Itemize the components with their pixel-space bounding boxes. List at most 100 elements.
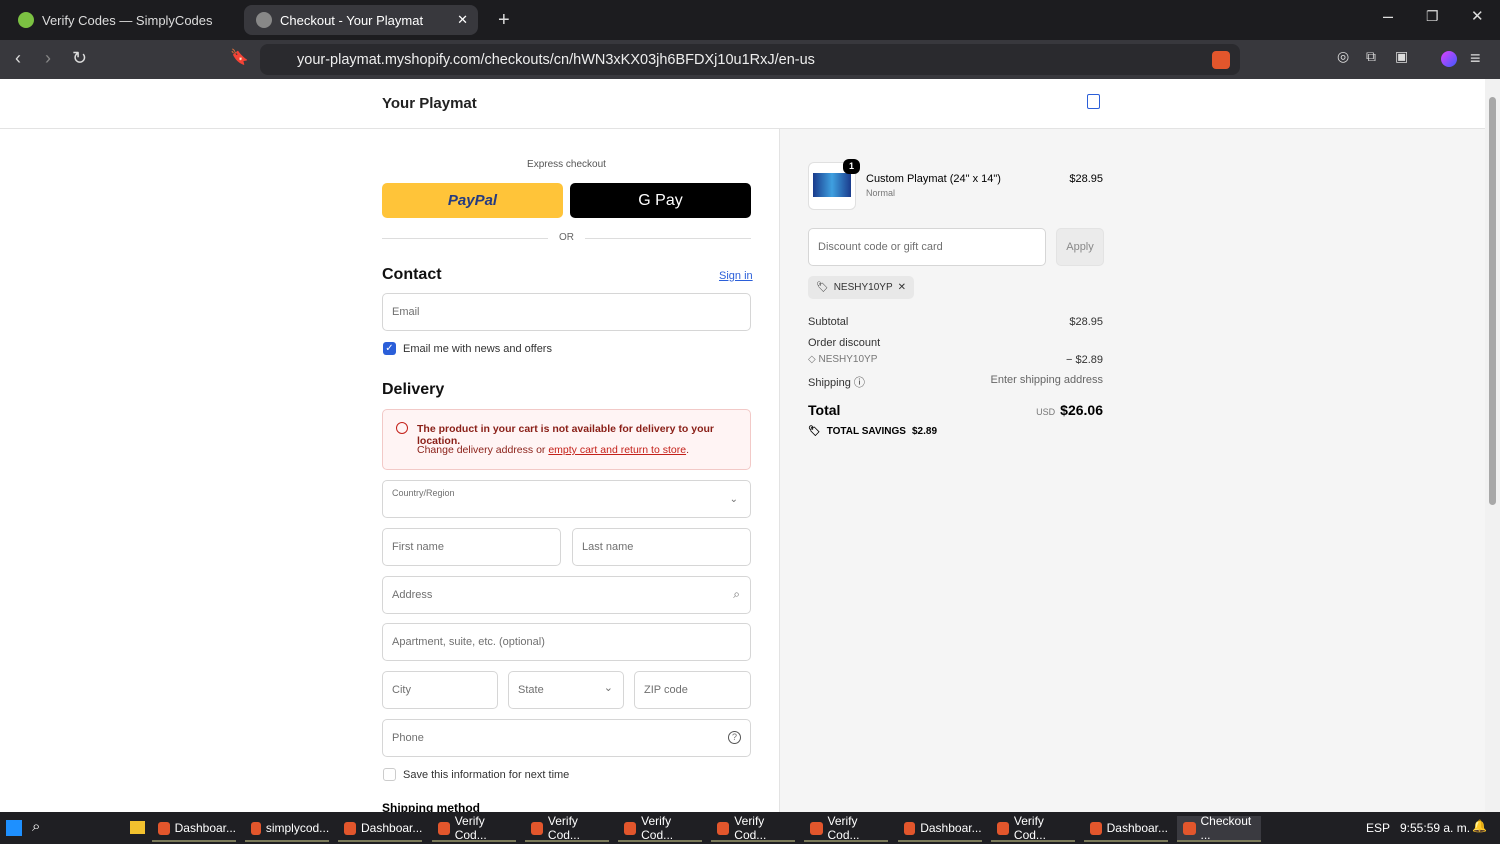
divider (382, 238, 548, 239)
clock[interactable]: 9:55:59 a. m. (1400, 821, 1470, 835)
save-info-label: Save this information for next time (403, 769, 570, 781)
notification-icon[interactable]: 🔔 (1472, 819, 1487, 833)
taskbar-app[interactable]: Dashboar... (152, 816, 236, 842)
phone-field[interactable]: Phone? (382, 719, 751, 757)
store-name[interactable]: Your Playmat (382, 95, 477, 112)
brave-icon (158, 821, 170, 835)
wallet-icon[interactable]: ◎ (1337, 48, 1349, 65)
discount-code-field[interactable]: Discount code or gift card (808, 228, 1046, 266)
tab-checkout[interactable]: Checkout - Your Playmat ✕ (244, 5, 478, 35)
search-icon[interactable]: ⌕ (32, 818, 40, 835)
remove-discount-icon[interactable]: ✕ (898, 282, 906, 293)
or-label: OR (559, 232, 574, 243)
delivery-error-banner: The product in your cart is not availabl… (382, 409, 751, 470)
empty-cart-link[interactable]: empty cart and return to store (548, 444, 686, 456)
product-variant: Normal (866, 188, 896, 198)
bookmark-icon[interactable]: 🔖 (230, 48, 249, 66)
newsletter-checkbox[interactable]: ✓ (383, 342, 396, 355)
discount-code: NESHY10YP (833, 282, 893, 293)
language-indicator[interactable]: ESP (1366, 821, 1390, 835)
back-icon[interactable]: ‹ (15, 48, 21, 69)
taskbar-app-label: Dashboar... (174, 821, 236, 835)
address-field[interactable]: Address ⌕ (382, 576, 751, 614)
delivery-heading: Delivery (382, 381, 445, 398)
start-icon[interactable] (6, 820, 22, 836)
zip-field[interactable]: ZIP code (634, 671, 751, 709)
taskbar-app[interactable]: Verify Cod... (990, 814, 1075, 842)
new-tab-button[interactable]: + (486, 5, 510, 35)
url-field[interactable]: your-playmat.myshopify.com/checkouts/cn/… (260, 44, 1240, 75)
taskbar-app[interactable]: Verify Cod... (431, 814, 516, 842)
tab-title: Checkout - Your Playmat (280, 12, 424, 28)
reload-icon[interactable]: ↻ (72, 48, 87, 69)
brave-shield-icon[interactable] (1212, 51, 1230, 69)
cart-icon[interactable] (1087, 94, 1100, 109)
taskbar-app-label: Verify Cod... (547, 814, 580, 842)
taskbar-app[interactable]: Verify Cod... (804, 814, 889, 842)
restore-icon[interactable]: ❐ (1426, 8, 1439, 25)
google-pay-button[interactable]: G Pay (570, 183, 751, 218)
brave-icon (437, 821, 450, 835)
error-icon (396, 422, 408, 434)
discount-tag: 🏷 NESHY10YP ✕ (808, 276, 915, 299)
sidebar-icon[interactable]: ▣ (1395, 48, 1408, 65)
paypal-button[interactable]: PayPal (382, 183, 563, 218)
brave-icon (251, 821, 261, 835)
taskbar-app[interactable]: Dashboar... (338, 816, 423, 842)
save-info-checkbox[interactable] (383, 768, 396, 781)
order-discount-label: Order discount (808, 337, 881, 349)
discount-code: NESHY10YP (818, 354, 878, 365)
contact-heading: Contact (382, 266, 442, 283)
file-explorer-icon[interactable] (130, 821, 145, 834)
taskbar-app[interactable]: Dashboar... (897, 816, 982, 842)
error-end: . (686, 444, 689, 456)
taskbar-app-label: Dashboar... (1106, 821, 1168, 835)
leo-icon[interactable] (1441, 51, 1457, 67)
taskbar-app-label: Checkout ... (1200, 814, 1252, 842)
close-window-icon[interactable]: ✕ (1471, 7, 1484, 25)
taskbar-app-label: Dashboar... (361, 821, 423, 835)
subtotal-value: $28.95 (1069, 316, 1103, 328)
checkout-header: Your Playmat (0, 79, 1485, 129)
taskbar-app[interactable]: Checkout ... (1177, 814, 1262, 842)
country-select[interactable]: Country/Region ⌄ (382, 480, 751, 518)
chevron-down-icon: ⌄ (603, 682, 613, 694)
taskbar-app-label: Verify Cod... (1013, 814, 1046, 842)
extensions-icon[interactable]: ⧉ (1366, 48, 1376, 65)
state-select[interactable]: State ⌄ (508, 671, 624, 709)
city-field[interactable]: City (382, 671, 498, 709)
menu-icon[interactable]: ≡ (1470, 48, 1481, 69)
email-field[interactable]: Email (382, 293, 751, 331)
chevron-down-icon: ⌄ (729, 494, 738, 505)
taskbar-app[interactable]: Verify Cod... (711, 814, 796, 842)
currency: USD (1036, 407, 1056, 417)
minimize-icon[interactable]: – (1383, 6, 1393, 27)
scrollbar-thumb[interactable] (1489, 97, 1496, 505)
tag-icon: 🏷 (816, 282, 829, 293)
tab-verify-codes[interactable]: Verify Codes — SimplyCodes (6, 5, 238, 35)
brave-icon (1183, 821, 1196, 835)
scrollbar[interactable] (1485, 79, 1500, 812)
apply-button[interactable]: Apply (1056, 228, 1104, 266)
first-name-field[interactable]: First name (382, 528, 561, 566)
order-summary: 1 Custom Playmat (24" x 14") Normal $28.… (779, 129, 1485, 812)
last-name-field[interactable]: Last name (572, 528, 751, 566)
phone-placeholder: Phone (392, 732, 424, 744)
sign-in-link[interactable]: Sign in (719, 270, 753, 282)
taskbar-app[interactable]: simplycod... (245, 816, 330, 842)
taskbar-app-label: Verify Cod... (454, 814, 487, 842)
brave-icon (903, 821, 916, 835)
help-icon[interactable]: ? (728, 731, 741, 744)
taskbar-app[interactable]: Verify Cod... (524, 814, 609, 842)
brave-icon (717, 821, 730, 835)
forward-icon[interactable]: › (45, 48, 51, 69)
taskbar-app[interactable]: Dashboar... (1084, 816, 1168, 842)
shipping-label: Shipping (808, 377, 851, 389)
help-icon[interactable]: ⓘ (854, 377, 865, 389)
close-tab-icon[interactable]: ✕ (457, 12, 468, 28)
apartment-field[interactable]: Apartment, suite, etc. (optional) (382, 623, 751, 661)
taskbar: ⌕ Dashboar... simplycod... Dashboar... Veri… (0, 812, 1500, 844)
search-icon: ⌕ (733, 587, 740, 601)
taskbar-app[interactable]: Verify Cod... (618, 814, 702, 842)
total-value: $26.06 (1060, 402, 1103, 418)
